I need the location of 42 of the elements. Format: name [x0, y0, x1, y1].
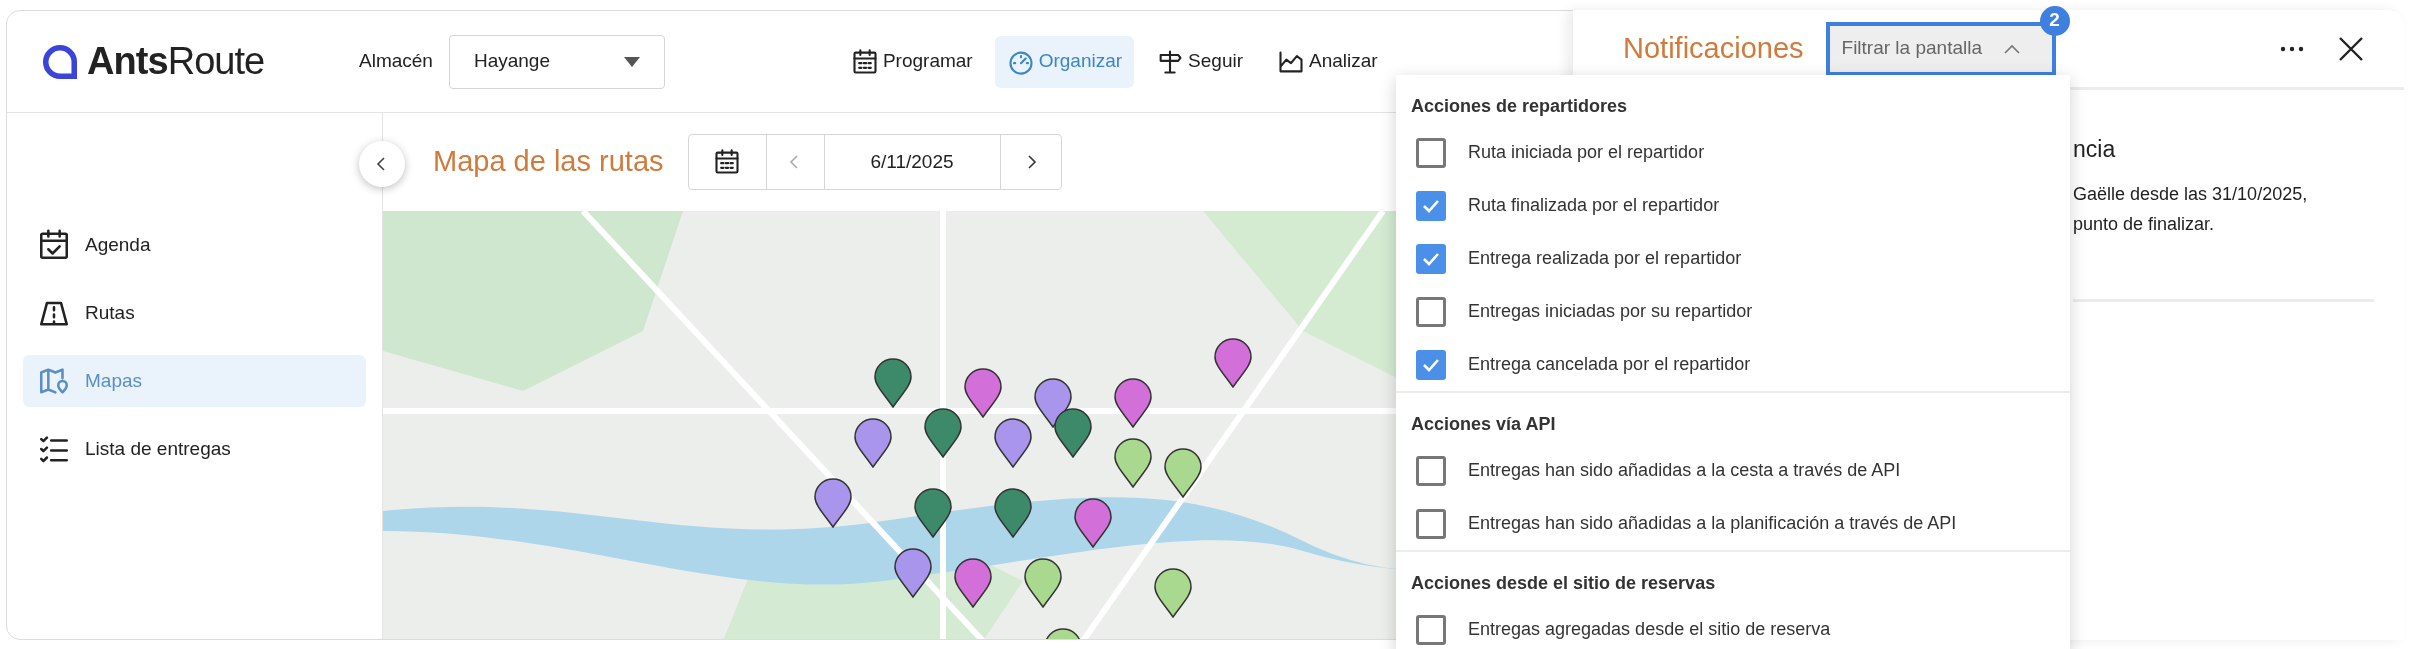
notification-text: Gaëlle desde las 31/10/2025,: [2073, 182, 2309, 206]
option-label[interactable]: Entregas han sido añadidas a la cesta a través de API: [1468, 457, 1901, 484]
sidebar-item[interactable]: Agenda: [23, 219, 366, 271]
section-heading: Acciones de repartidores: [1410, 95, 1629, 118]
logo-text: AntsRoute: [87, 39, 265, 84]
calendar-check-icon: [37, 228, 71, 262]
checkbox[interactable]: [1416, 614, 1446, 645]
option-label[interactable]: Entregas agregadas desde el sitio de reserva: [1468, 616, 1831, 643]
notification-text: punto de finalizar.: [2073, 212, 2216, 236]
sidebar-item[interactable]: Rutas: [23, 287, 366, 339]
option-label[interactable]: Ruta finalizada por el repartidor: [1468, 192, 1720, 219]
more-options-icon[interactable]: [2280, 44, 2304, 53]
warehouse-select[interactable]: Hayange: [448, 34, 665, 89]
checkbox[interactable]: [1416, 190, 1446, 221]
map-title: Mapa de las rutas: [433, 144, 664, 180]
option-label[interactable]: Entrega realizada por el repartidor: [1468, 245, 1742, 272]
section-heading: Acciones vía API: [1410, 413, 1557, 436]
count-badge: 2: [2039, 5, 2070, 36]
section-heading: Acciones desde el sitio de reservas: [1410, 572, 1717, 595]
nav-tab[interactable]: Seguir: [1144, 35, 1255, 88]
sidebar-item[interactable]: Lista de entregas: [23, 423, 366, 475]
calendar-icon: [713, 148, 741, 176]
checkbox[interactable]: [1416, 137, 1446, 168]
calendar-icon: [850, 47, 879, 76]
nav-tab[interactable]: Analizar: [1265, 35, 1390, 88]
option-label[interactable]: Entrega cancelada por el repartidor: [1468, 351, 1751, 378]
warehouse-label: Almacén: [359, 49, 433, 74]
option-label[interactable]: Ruta iniciada por el repartidor: [1468, 139, 1705, 166]
nav-tab[interactable]: Programar: [838, 35, 985, 88]
option-label[interactable]: Entregas iniciadas por su repartidor: [1468, 298, 1753, 325]
panel-title: Notificaciones: [1623, 30, 1804, 66]
checkbox[interactable]: [1416, 296, 1446, 327]
notification-title: ncia: [2073, 135, 2117, 164]
chevron-up-icon: [2004, 43, 2020, 54]
logo-icon: [41, 42, 79, 81]
checkbox[interactable]: [1416, 349, 1446, 380]
checkbox[interactable]: [1416, 243, 1446, 274]
checkbox[interactable]: [1416, 508, 1446, 539]
option-label[interactable]: Entregas han sido añadidas a la planificación a través de API: [1468, 510, 1957, 537]
close-icon[interactable]: [2338, 35, 2364, 62]
caret-icon: [623, 56, 640, 67]
checkbox[interactable]: [1416, 455, 1446, 486]
